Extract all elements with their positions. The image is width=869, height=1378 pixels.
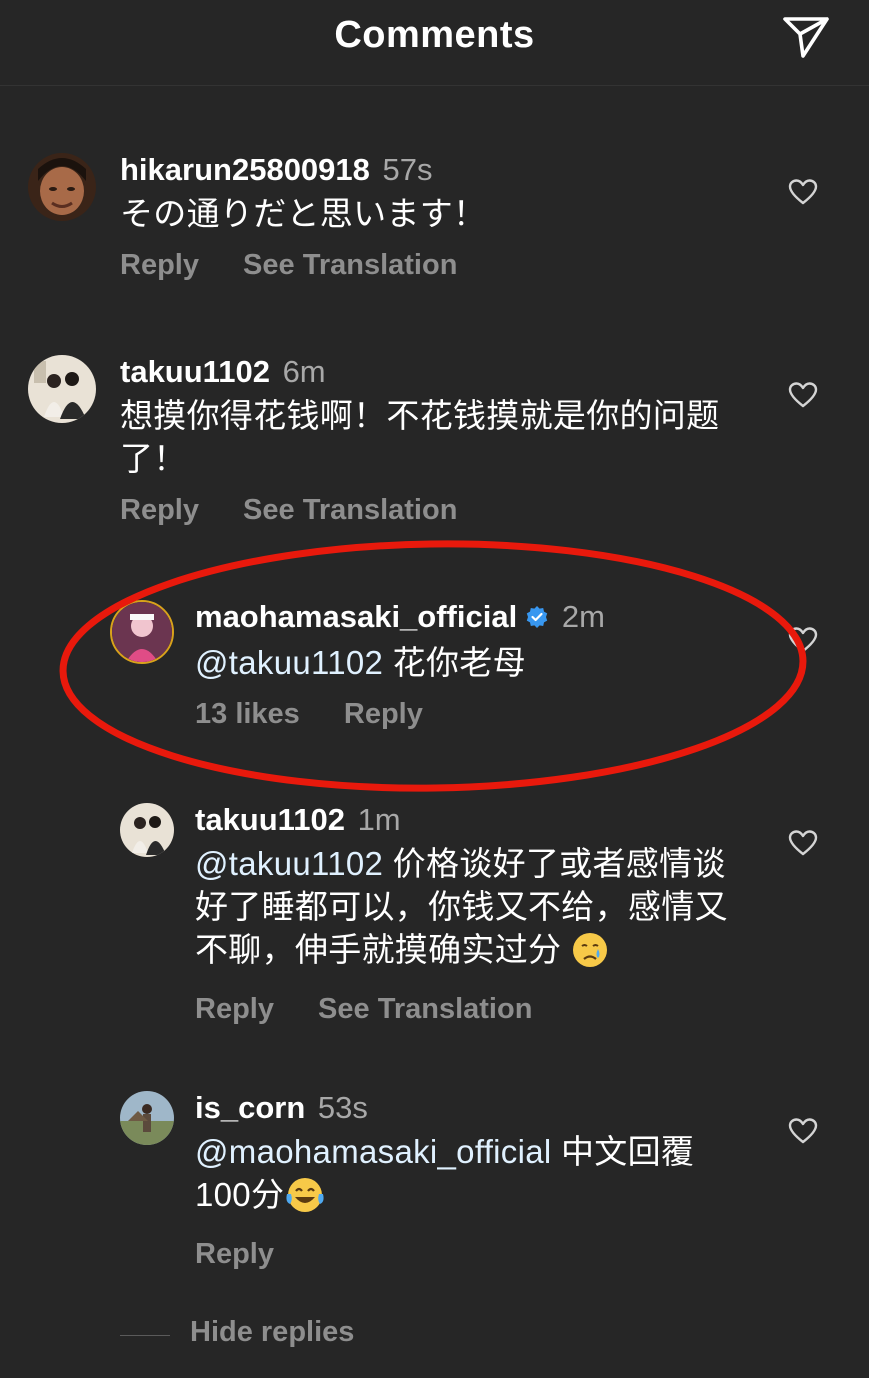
comment-time: 53s [317,1090,368,1125]
mention-link[interactable]: @takuu1102 [195,644,383,681]
page-title: Comments [334,14,535,56]
tears-of-joy-emoji [284,1176,326,1224]
avatar[interactable] [28,153,96,221]
reply-button[interactable]: Reply [120,249,199,281]
comment-text: @takuu1102 价格谈好了或者感情谈好了睡都可以，你钱又不给，感情又不聊，… [195,842,749,979]
avatar[interactable] [120,803,174,857]
heart-icon[interactable] [788,829,818,857]
reply-button[interactable]: Reply [120,494,199,526]
mention-link[interactable]: @takuu1102 [195,845,383,882]
avatar[interactable] [28,355,96,423]
heart-icon[interactable] [788,626,818,654]
paper-plane-icon[interactable] [781,14,831,60]
comment-text: その通りだと思います！ [120,195,487,232]
verified-badge-icon [525,599,549,639]
heart-icon[interactable] [788,178,818,206]
avatar[interactable] [110,600,174,664]
comment-time: 2m [561,599,605,634]
divider [120,1335,170,1336]
comment-time: 6m [282,354,326,389]
comment-time: 57s [382,152,433,187]
reply-button[interactable]: Reply [195,993,274,1025]
comments-header: Comments [0,0,869,86]
likes-count[interactable]: 13 likes [195,698,300,730]
comment-text: @takuu1102 花你老母 [195,644,526,681]
comment-username[interactable]: takuu1102 [120,354,270,389]
heart-icon[interactable] [788,1117,818,1145]
see-translation-button[interactable]: See Translation [243,249,457,281]
hide-replies-label: Hide replies [190,1316,355,1348]
comment-username[interactable]: hikarun25800918 [120,152,370,187]
crying-face-emoji [571,931,609,979]
avatar[interactable] [120,1091,174,1145]
comment-time: 1m [357,802,401,837]
see-translation-button[interactable]: See Translation [243,494,457,526]
comment-text: @maohamasaki_official 中文回覆100分 [195,1130,749,1224]
heart-icon[interactable] [788,381,818,409]
comment-username[interactable]: maohamasaki_official [195,599,517,634]
see-translation-button[interactable]: See Translation [318,993,532,1025]
reply-button[interactable]: Reply [344,698,423,730]
comment-text: 想摸你得花钱啊！不花钱摸就是你的问题了！ [120,397,720,477]
comment-username[interactable]: is_corn [195,1090,305,1125]
reply-button[interactable]: Reply [195,1238,274,1270]
mention-link[interactable]: @maohamasaki_official [195,1133,552,1170]
comment-username[interactable]: takuu1102 [195,802,345,837]
